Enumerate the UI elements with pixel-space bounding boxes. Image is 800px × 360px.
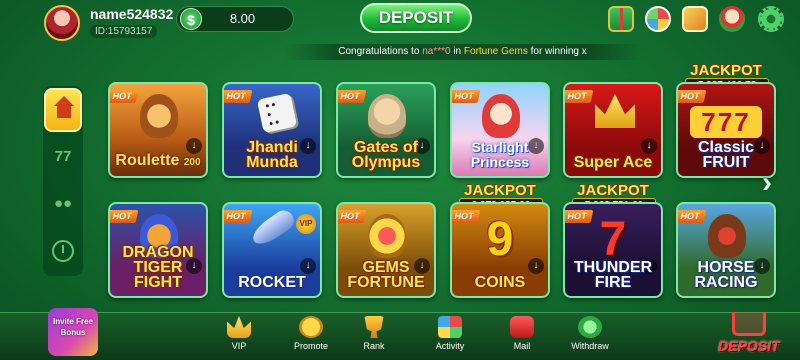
hot-badge: HOT xyxy=(678,210,707,223)
game-tile-9-coins[interactable]: 9 HOT ↓ COINS xyxy=(450,202,550,298)
jackpot-label: JACKPOT xyxy=(464,182,536,199)
game-tile-dragon-tiger-fight[interactable]: HOT ↓ DRAGON TIGER FIGHT xyxy=(108,202,208,298)
hot-badge: HOT xyxy=(338,210,367,223)
support-icon[interactable] xyxy=(719,6,745,32)
hot-badge: HOT xyxy=(452,210,481,223)
next-page-chevron-icon[interactable]: › xyxy=(762,168,780,198)
mail-icon xyxy=(510,316,534,338)
nav-label: Rank xyxy=(363,341,385,351)
gift-box-icon xyxy=(438,316,462,338)
zeus-art xyxy=(368,94,406,138)
hot-badge: HOT xyxy=(224,90,253,103)
game-tile-gems-fortune[interactable]: HOT ↓ GEMS FORTUNE xyxy=(336,202,436,298)
deposit-cart-button[interactable]: DEPOSIT xyxy=(712,310,786,358)
hot-badge: HOT xyxy=(338,90,367,103)
game-tile-jhandi-munda[interactable]: HOT ↓ Jhandi Munda xyxy=(222,82,322,178)
invite-bonus-button[interactable]: Invite Free Bonus xyxy=(48,308,98,356)
username: name524832 xyxy=(90,6,174,22)
coins-icon xyxy=(299,316,323,338)
game-name: Roulette 200 xyxy=(115,152,201,169)
marquee-game: Fortune Gems xyxy=(463,46,528,57)
download-icon: ↓ xyxy=(641,138,657,154)
game-name: GEMS FORTUNE xyxy=(347,259,425,291)
vip-badge: VIP xyxy=(296,214,316,234)
horse-art xyxy=(708,214,746,258)
nav-vip[interactable]: VIP xyxy=(210,316,268,358)
marquee-winner: na***0 xyxy=(422,46,451,57)
game-name: Classic FRUIT xyxy=(697,139,755,171)
princess-art xyxy=(482,94,520,138)
game-tile-starlight-princess[interactable]: HOT ↓ Starlight Princess xyxy=(450,82,550,178)
game-tile-horse-racing[interactable]: HOT ↓ HORSE RACING xyxy=(676,202,776,298)
history-icon[interactable] xyxy=(52,240,74,262)
hot-badge: HOT xyxy=(224,210,253,223)
nav-mail[interactable]: Mail xyxy=(493,316,551,358)
game-tile-thunder-fire[interactable]: 7 HOT ↓ THUNDER FIRE xyxy=(563,202,663,298)
hot-badge: HOT xyxy=(565,210,594,223)
marquee-mid: in xyxy=(453,46,462,57)
crown-icon xyxy=(227,316,251,338)
settings-icon[interactable] xyxy=(758,6,784,32)
game-name: Jhandi Munda xyxy=(246,139,298,171)
marquee-suffix: for winning x xyxy=(530,46,587,57)
game-tile-roulette[interactable]: HOT ↓ Roulette 200 xyxy=(108,82,208,178)
game-name: Starlight Princess xyxy=(470,139,530,170)
game-name: HORSE RACING xyxy=(694,259,758,291)
crown-art xyxy=(595,94,635,128)
hot-badge: HOT xyxy=(678,90,707,103)
win-marquee: Congratulations to na***0 in Fortune Gem… xyxy=(285,44,640,60)
home-icon[interactable] xyxy=(44,88,82,132)
cart-icon xyxy=(732,312,766,336)
deposit-label: DEPOSIT xyxy=(718,338,780,354)
avatar[interactable] xyxy=(44,5,80,41)
game-tile-super-ace[interactable]: HOT ↓ Super Ace xyxy=(563,82,663,178)
nav-withdraw[interactable]: Withdraw xyxy=(561,316,619,358)
game-name: Super Ace xyxy=(573,154,653,171)
hot-badge: HOT xyxy=(110,210,139,223)
game-name: Gates of Olympus xyxy=(351,139,421,171)
game-name: THUNDER FIRE xyxy=(573,259,653,291)
slot-777-art: 777 xyxy=(690,106,762,138)
users-icon[interactable]: ●● xyxy=(50,192,76,216)
game-name: COINS xyxy=(474,274,526,291)
slots-icon[interactable]: 77 xyxy=(50,145,76,169)
withdraw-icon xyxy=(578,316,602,338)
nav-rank[interactable]: Rank xyxy=(345,316,403,358)
dollar-icon: $ xyxy=(180,8,202,30)
nav-label: VIP xyxy=(231,341,247,351)
deposit-button[interactable]: DEPOSIT xyxy=(360,3,472,33)
download-icon: ↓ xyxy=(186,138,202,154)
marquee-prefix: Congratulations to xyxy=(338,46,420,57)
game-name: DRAGON TIGER FIGHT xyxy=(122,244,194,291)
download-icon: ↓ xyxy=(528,258,544,274)
nav-label: Activity xyxy=(435,341,465,351)
game-name: ROCKET xyxy=(238,274,306,291)
game-tile-classic-fruit[interactable]: 777 HOT ↓ Classic FRUIT xyxy=(676,82,776,178)
nav-label: Mail xyxy=(513,341,531,351)
gift-icon[interactable] xyxy=(608,6,634,32)
hot-badge: HOT xyxy=(565,90,594,103)
game-tile-rocket[interactable]: HOT VIP ↓ ROCKET xyxy=(222,202,322,298)
jackpot-label: JACKPOT xyxy=(690,62,762,79)
hot-badge: HOT xyxy=(452,90,481,103)
game-art xyxy=(140,94,178,138)
trophy-icon xyxy=(364,316,384,338)
hot-badge: HOT xyxy=(110,90,139,103)
download-icon: ↓ xyxy=(300,258,316,274)
rocket-art xyxy=(248,206,298,250)
balance-amount: 8.00 xyxy=(229,11,256,26)
dice-icon xyxy=(256,92,298,134)
lucky-wheel-icon[interactable] xyxy=(645,6,671,32)
nav-activity[interactable]: Activity xyxy=(421,316,479,358)
nav-promote[interactable]: Promote xyxy=(282,316,340,358)
user-id: ID:15793157 xyxy=(90,25,158,38)
game-tile-gates-of-olympus[interactable]: HOT ↓ Gates of Olympus xyxy=(336,82,436,178)
gems-art xyxy=(368,214,406,258)
nav-label: Promote xyxy=(293,341,328,351)
top-bar: name524832 ID:15793157 $ 8.00 DEPOSIT xyxy=(0,0,800,42)
event-icon[interactable] xyxy=(682,6,708,32)
jackpot-label: JACKPOT xyxy=(577,182,649,199)
nav-label: Withdraw xyxy=(571,341,609,351)
